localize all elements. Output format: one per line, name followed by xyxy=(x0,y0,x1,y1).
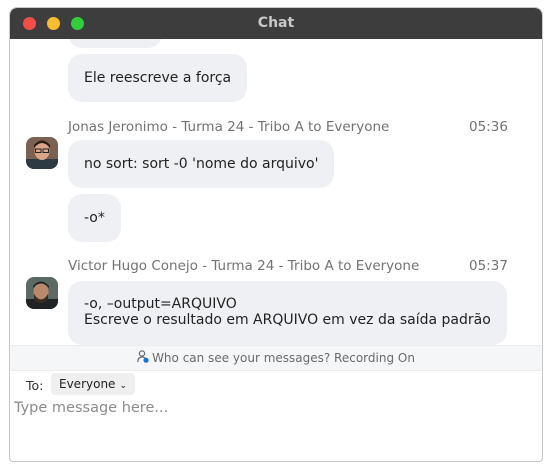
person-visibility-icon xyxy=(137,347,149,371)
recipient-value: Everyone xyxy=(59,377,116,391)
message-sender: Victor Hugo Conejo - Turma 24 - Tribo A … xyxy=(68,258,420,274)
message-bubble: -o, –output=ARQUIVO Escreve o resultado … xyxy=(68,281,507,345)
message-time: 05:37 xyxy=(469,258,508,274)
message-sender: Jonas Jeronimo - Turma 24 - Tribo A to E… xyxy=(68,119,390,135)
message-text-line: Escreve o resultado em ARQUIVO em vez da… xyxy=(84,312,491,328)
message-time: 05:36 xyxy=(469,119,508,135)
chat-window: Chat Ele reescreve a força Jonas Jeronim… xyxy=(9,7,543,462)
message-text: no sort: sort -0 'nome do arquivo' xyxy=(84,156,319,172)
avatar xyxy=(26,277,58,309)
message-bubble: no sort: sort -0 'nome do arquivo' xyxy=(68,140,335,188)
recording-notice[interactable]: Who can see your messages? Recording On xyxy=(10,345,542,371)
avatar xyxy=(26,137,58,169)
chat-messages[interactable]: Ele reescreve a força Jonas Jeronimo - T… xyxy=(10,39,542,345)
message-bubble: -o* xyxy=(68,194,121,242)
to-label: To: xyxy=(26,378,44,393)
notice-text: Who can see your messages? Recording On xyxy=(152,351,415,365)
recipient-dropdown[interactable]: Everyone ⌄ xyxy=(51,373,135,395)
title-bar: Chat xyxy=(10,8,542,39)
message-text-line: -o, –output=ARQUIVO xyxy=(84,296,237,312)
message-text: -o* xyxy=(84,210,105,226)
message-bubble-partial xyxy=(68,39,162,48)
window-title: Chat xyxy=(257,15,295,31)
message-input[interactable] xyxy=(14,398,534,418)
message-bubble: Ele reescreve a força xyxy=(68,54,248,102)
chevron-down-icon: ⌄ xyxy=(119,381,127,391)
message-text: Ele reescreve a força xyxy=(84,70,232,86)
